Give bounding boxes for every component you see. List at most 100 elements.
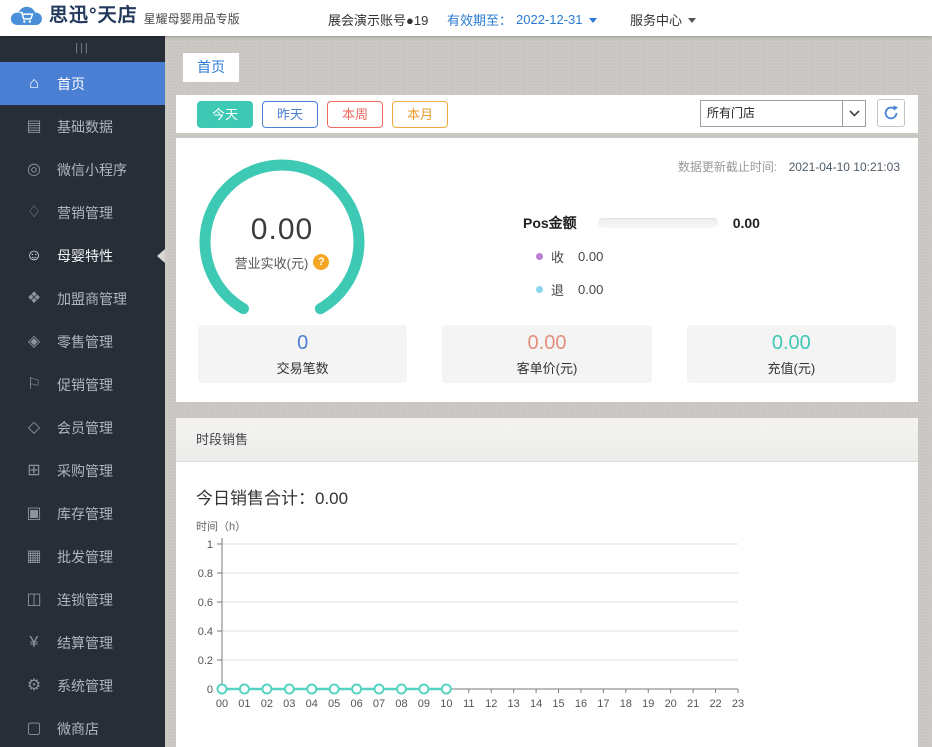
help-icon[interactable]: ? (313, 254, 330, 270)
cloud-cart-logo-icon (10, 6, 42, 25)
miniprogram-icon: ◎ (27, 160, 41, 178)
stat-card-avg-ticket: 0.00 客单价(元) (442, 325, 652, 383)
svg-text:12: 12 (485, 698, 497, 710)
refund-dot-icon (536, 286, 543, 293)
pos-amount-block: Pos金额 0.00 收 0.00 退 0.00 (523, 213, 903, 299)
section-title: 时段销售 (176, 418, 918, 462)
svg-text:22: 22 (709, 698, 721, 710)
svg-text:0.2: 0.2 (198, 655, 213, 667)
tab-home[interactable]: 首页 (183, 53, 239, 82)
stat-cards: 0 交易笔数 0.00 客单价(元) 0.00 充值(元) (198, 325, 896, 383)
app-logo: 思迅°天店 星耀母婴用品专版 (8, 3, 240, 29)
sidebar-item-promotion[interactable]: ⚐ 促销管理 (0, 363, 165, 406)
sidebar-nav: ||| ⌂ 首页 ▤ 基础数据 ◎ 微信小程序 ♢ 营销管理 ☺ 母婴特性 ❖ … (0, 36, 165, 747)
filter-yesterday-button[interactable]: 昨天 (262, 101, 319, 128)
stat-card-transactions: 0 交易笔数 (198, 325, 408, 383)
sidebar-item-home[interactable]: ⌂ 首页 (0, 62, 165, 105)
service-center-label: 服务中心 (630, 13, 683, 28)
svg-text:0: 0 (207, 684, 213, 696)
baby-icon: ☺ (25, 246, 43, 264)
svg-text:04: 04 (306, 698, 318, 710)
store-select[interactable]: 所有门店 (700, 100, 866, 127)
filter-this-week-button[interactable]: 本周 (327, 101, 384, 128)
svg-text:02: 02 (261, 698, 273, 710)
hourly-sales-chart: 0 0.2 0.4 0.6 0.8 1 00 01 02 03 04 05 06 07 08 09 10 11 12… (198, 538, 744, 710)
cart-icon: ⊞ (27, 461, 41, 479)
validity-dropdown[interactable]: 有效期至： 2022-12-31 (447, 10, 597, 29)
overview-panel: 数据更新截止时间: 2021-04-10 10:21:03 0.00 营业实收(… (176, 138, 918, 402)
sidebar-item-inventory[interactable]: ▣ 库存管理 (0, 492, 165, 535)
svg-text:18: 18 (620, 698, 632, 710)
today-sales-summary: 今日销售合计：0.00 (196, 489, 349, 508)
sidebar-item-wechat-miniprogram[interactable]: ◎ 微信小程序 (0, 148, 165, 191)
stat-card-recharge: 0.00 充值(元) (686, 325, 896, 383)
svg-text:08: 08 (395, 698, 407, 710)
sidebar-item-franchise[interactable]: ❖ 加盟商管理 (0, 277, 165, 320)
svg-text:0.4: 0.4 (198, 626, 213, 638)
home-icon: ⌂ (29, 74, 39, 92)
marketing-tag-icon: ♢ (26, 203, 42, 221)
svg-text:06: 06 (350, 698, 362, 710)
refresh-button[interactable] (877, 99, 905, 127)
hourly-sales-panel: 时段销售 今日销售合计：0.00 时间（h） 0 0.2 0.4 0.6 0.8 1 0 0 0… (176, 418, 918, 747)
selected-module-arrow-icon (157, 248, 165, 263)
avg-ticket-value: 0.00 (527, 331, 567, 354)
franchise-icon: ❖ (26, 289, 42, 307)
megaphone-icon: ⚐ (26, 375, 42, 393)
brand-name: 思迅°天店 (49, 5, 138, 26)
moneybag-icon: ¥ (29, 633, 39, 651)
svg-text:01: 01 (238, 698, 250, 710)
revenue-gauge: 0.00 营业实收(元) ? (197, 157, 367, 327)
svg-text:15: 15 (552, 698, 564, 710)
sidebar-item-retail[interactable]: ◈ 零售管理 (0, 320, 165, 363)
svg-text:13: 13 (508, 698, 520, 710)
revenue-label: 营业实收(元) (234, 255, 309, 271)
sidebar-item-marketing[interactable]: ♢ 营销管理 (0, 191, 165, 234)
svg-text:20: 20 (665, 698, 677, 710)
svg-text:0.6: 0.6 (198, 597, 213, 609)
sidebar-item-wholesale[interactable]: ▦ 批发管理 (0, 535, 165, 578)
brand-edition: 星耀母婴用品专版 (143, 12, 240, 26)
svg-text:11: 11 (463, 698, 474, 710)
recharge-label: 充值(元) (767, 360, 816, 376)
svg-text:10: 10 (440, 698, 452, 710)
pos-total-value: 0.00 (732, 215, 760, 231)
svg-text:00: 00 (216, 698, 228, 710)
receive-dot-icon (536, 253, 543, 260)
top-header: 思迅°天店 星耀母婴用品专版 展会演示账号●19 有效期至： 2022-12-3… (0, 0, 932, 36)
svg-text:19: 19 (642, 698, 654, 710)
svg-text:21: 21 (687, 698, 699, 710)
transactions-label: 交易笔数 (276, 360, 329, 376)
svg-text:09: 09 (418, 698, 430, 710)
sidebar-item-purchase[interactable]: ⊞ 采购管理 (0, 449, 165, 492)
svg-text:17: 17 (597, 698, 609, 710)
sidebar-item-micro-shop[interactable]: ▢ 微商店 (0, 707, 165, 747)
sidebar-item-member[interactable]: ◇ 会员管理 (0, 406, 165, 449)
sidebar-item-system[interactable]: ⚙ 系统管理 (0, 664, 165, 707)
sidebar-collapse-handle[interactable]: ||| (0, 36, 165, 62)
store-select-value: 所有门店 (707, 106, 756, 120)
svg-text:0.8: 0.8 (198, 568, 213, 580)
price-tag-icon: ◈ (27, 332, 41, 350)
sidebar-item-maternal-features[interactable]: ☺ 母婴特性 (0, 234, 165, 277)
validity-label: 有效期至： (447, 13, 513, 28)
service-center-dropdown[interactable]: 服务中心 (630, 10, 697, 29)
svg-text:23: 23 (732, 698, 744, 710)
filter-this-month-button[interactable]: 本月 (392, 101, 449, 128)
sidebar-item-settlement[interactable]: ¥ 结算管理 (0, 621, 165, 664)
gear-icon: ⚙ (26, 676, 42, 694)
store-icon: ▢ (26, 719, 42, 737)
select-arrow-box[interactable] (842, 101, 865, 126)
chart-axis-label: 时间（h） (196, 521, 247, 533)
svg-text:16: 16 (575, 698, 587, 710)
transactions-value: 0 (297, 331, 309, 354)
sidebar-item-chain[interactable]: ◫ 连锁管理 (0, 578, 165, 621)
sidebar-item-base-data[interactable]: ▤ 基础数据 (0, 105, 165, 148)
filter-toolbar: 今天 昨天 本周 本月 所有门店 (176, 95, 918, 133)
pos-refund-row: 退 0.00 (536, 280, 903, 299)
boxes-icon: ▦ (26, 547, 42, 565)
shop-icon: ◫ (26, 590, 42, 608)
filter-today-button[interactable]: 今天 (197, 101, 254, 128)
chevron-down-icon (588, 18, 597, 23)
chevron-down-icon (688, 18, 697, 23)
